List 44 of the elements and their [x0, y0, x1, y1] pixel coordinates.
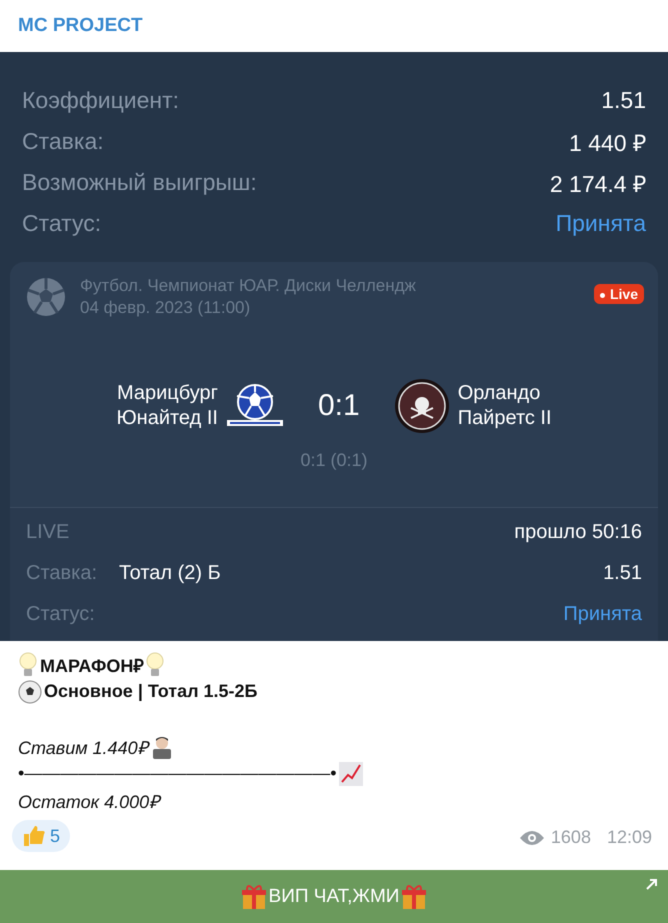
bet-label: Ставка: [26, 562, 97, 585]
summary-label: Коэффициент: [22, 87, 180, 114]
gift-icon [240, 884, 267, 910]
separator-text: •—————————————————• [18, 763, 337, 784]
skull-crest-icon [394, 378, 450, 434]
thumbs-up-icon [22, 824, 46, 848]
lightbulb-icon [145, 652, 166, 678]
summary-label: Ставка: [22, 128, 104, 155]
bet-market: Тотал (2) Б [119, 562, 221, 585]
team-name: Марицбург Юнайтед II [116, 381, 218, 431]
match-phase: LIVE [26, 521, 70, 544]
match-date: 04 февр. 2023 (11:00) [80, 298, 252, 318]
summary-value: 1.51 [601, 87, 646, 114]
match-score: 0:1 [318, 389, 360, 423]
club-crest-icon [226, 384, 284, 428]
team-name: Орландо Пайретс II [458, 381, 552, 431]
summary-label: Статус: [22, 210, 102, 237]
status-label: Статус: [26, 603, 95, 626]
eye-icon [518, 830, 545, 846]
message-title: МАРАФОН₽ [40, 654, 144, 676]
gift-icon [401, 884, 428, 910]
summary-value: 1 440 ₽ [569, 128, 646, 158]
rest-text: Остаток 4.000₽ [18, 790, 160, 812]
reaction-button[interactable]: 5 [12, 820, 70, 852]
message-subtitle: Основное | Тотал 1.5-2Б [44, 681, 258, 702]
view-count: 1608 [550, 827, 591, 848]
external-arrow-icon [646, 878, 658, 890]
summary-label: Возможный выигрыш: [22, 169, 257, 196]
channel-name[interactable]: MC PROJECT [18, 15, 143, 37]
bet-status: Принята [563, 603, 642, 626]
league-name: Футбол. Чемпионат ЮАР. Диски Челлендж [80, 276, 416, 296]
lightbulb-icon [18, 652, 38, 678]
football-icon [26, 277, 66, 317]
halftime-score: 0:1 (0:1) [299, 450, 369, 471]
vip-chat-button[interactable]: ВИП ЧАТ,ЖМИ [0, 870, 668, 923]
message-time: 12:09 [606, 827, 652, 848]
stake-text: Ставим 1.440₽ [18, 736, 148, 758]
soccer-ball-icon [18, 680, 42, 704]
elapsed-time: прошло 50:16 [514, 521, 642, 544]
summary-value: Принята [556, 210, 646, 237]
bet-odds: 1.51 [603, 562, 642, 585]
live-badge: Live [594, 284, 644, 304]
summary-value: 2 174.4 ₽ [550, 170, 646, 198]
chart-up-icon [338, 762, 363, 786]
